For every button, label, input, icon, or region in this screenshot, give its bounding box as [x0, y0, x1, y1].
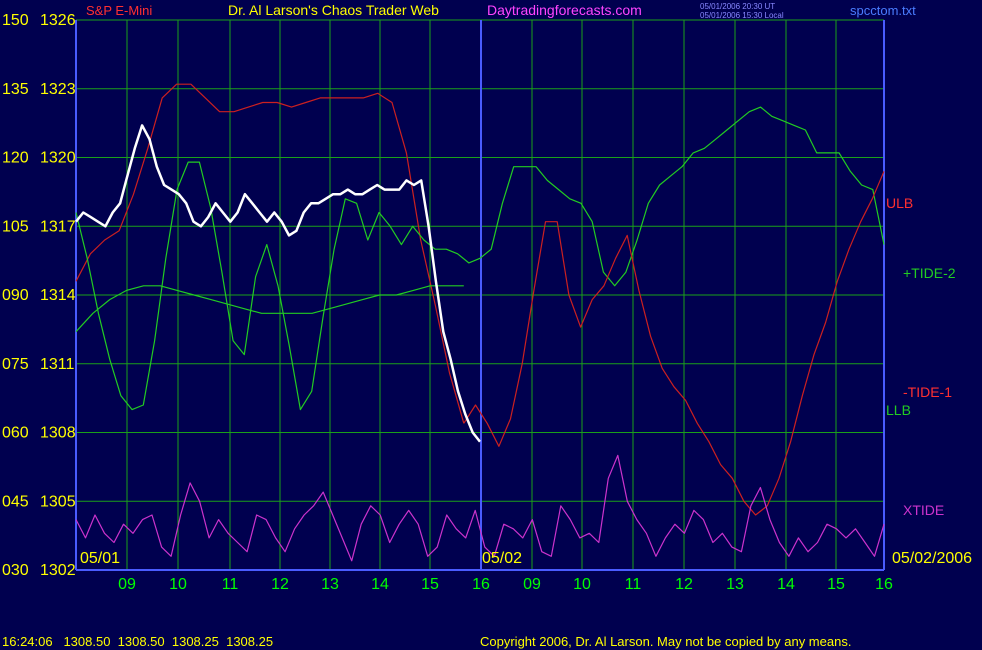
- x-tick-label: 13: [321, 576, 339, 593]
- time-ut: 05/01/2006 20:30 UT: [700, 2, 775, 11]
- price-tick-label: 1305: [40, 493, 76, 510]
- footer-quote: 16:24:06 1308.50 1308.50 1308.25 1308.25: [2, 634, 273, 649]
- date-label: 05/02/2006: [892, 550, 972, 567]
- x-tick-label: 09: [118, 576, 136, 593]
- price-tick-label: 1314: [40, 287, 76, 304]
- date-label: 05/01: [80, 550, 120, 567]
- tide-minus-1-label: -TIDE-1: [903, 384, 952, 400]
- x-tick-label: 12: [271, 576, 289, 593]
- price-tick-label: 1320: [40, 150, 76, 167]
- x-tick-label: 14: [777, 576, 795, 593]
- x-tick-label: 14: [371, 576, 389, 593]
- file-name: spcctom.txt: [850, 3, 916, 18]
- y-tick-label: 150: [2, 12, 29, 29]
- x-tick-label: 10: [573, 576, 591, 593]
- price-tick-label: 1323: [40, 81, 76, 98]
- y-tick-label: 105: [2, 218, 29, 235]
- x-tick-label: 15: [827, 576, 845, 593]
- ulb-label: ULB: [886, 195, 913, 211]
- y-tick-label: 075: [2, 356, 29, 373]
- chart-title: Dr. Al Larson's Chaos Trader Web: [228, 2, 439, 18]
- y-tick-label: 090: [2, 287, 29, 304]
- x-tick-label: 16: [875, 576, 893, 593]
- date-label: 05/02: [482, 550, 522, 567]
- site-name: Daytradingforecasts.com: [487, 2, 642, 18]
- y-tick-label: 120: [2, 150, 29, 167]
- y-tick-label: 135: [2, 81, 29, 98]
- price-tick-label: 1317: [40, 218, 76, 235]
- footer-copyright: Copyright 2006, Dr. Al Larson. May not b…: [480, 634, 851, 649]
- y-tick-label: 045: [2, 493, 29, 510]
- x-tick-label: 13: [726, 576, 744, 593]
- xtide-label: XTIDE: [903, 502, 944, 518]
- x-tick-label: 16: [472, 576, 490, 593]
- x-tick-label: 09: [523, 576, 541, 593]
- x-tick-label: 15: [421, 576, 439, 593]
- time-local: 05/01/2006 15:30 Local: [700, 11, 784, 20]
- y-tick-label: 060: [2, 425, 29, 442]
- price-tick-label: 1326: [40, 12, 76, 29]
- instrument-label: S&P E-Mini: [86, 3, 152, 18]
- x-tick-label: 12: [675, 576, 693, 593]
- chart-canvas: 150 1326135 1323120 1320105 1317090 1314075 13…: [0, 0, 982, 650]
- y-tick-label: 030: [2, 562, 29, 579]
- x-tick-label: 10: [169, 576, 187, 593]
- x-tick-label: 11: [222, 576, 239, 593]
- price-tick-label: 1302: [40, 562, 76, 579]
- tide-plus-2-label: +TIDE-2: [903, 265, 956, 281]
- llb-label: LLB: [886, 402, 911, 418]
- price-tick-label: 1311: [40, 356, 75, 373]
- x-tick-label: 11: [625, 576, 642, 593]
- price-tick-label: 1308: [40, 425, 76, 442]
